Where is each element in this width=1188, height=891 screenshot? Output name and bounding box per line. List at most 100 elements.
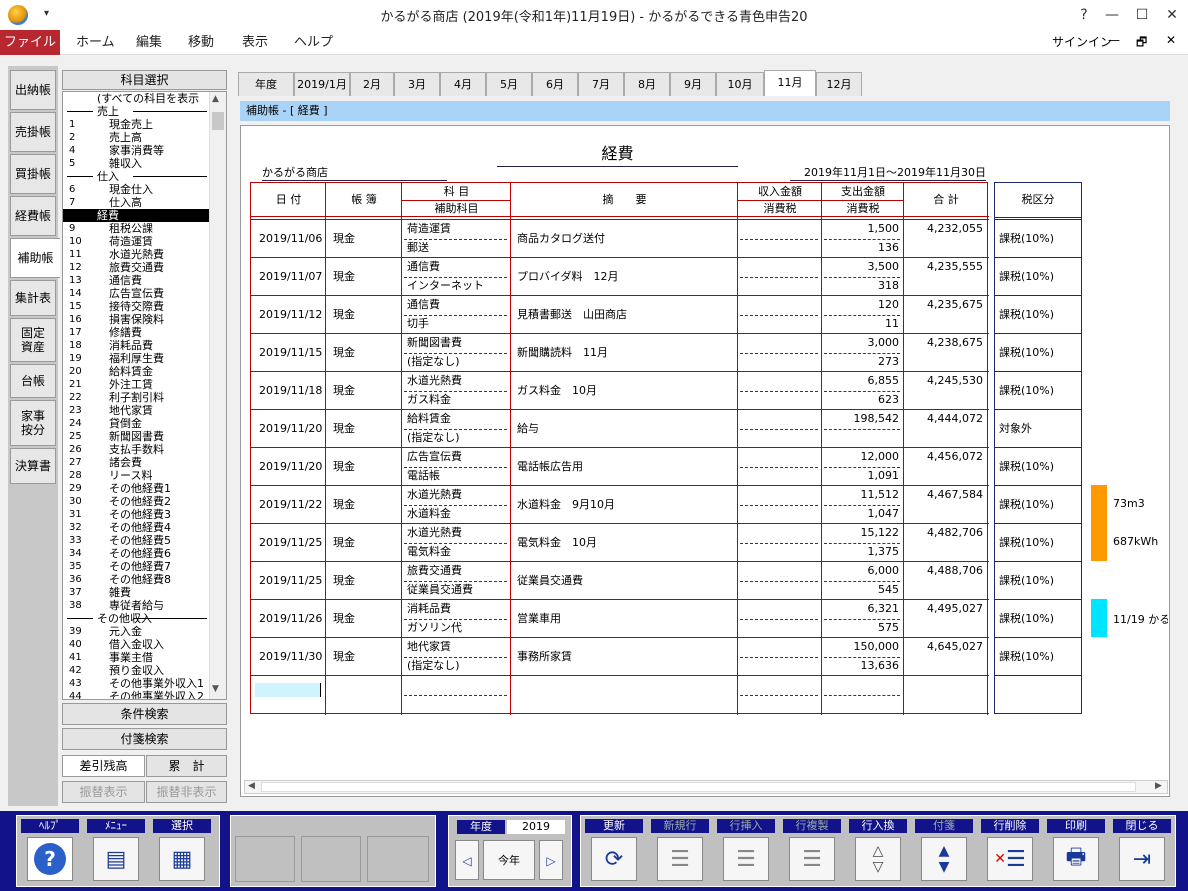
tax-class-cell[interactable]: 課税(10%) [995, 600, 1081, 638]
doc-minimize-button[interactable]: — [1108, 33, 1120, 47]
tab-summary[interactable]: 集計表 [10, 280, 56, 316]
date-cell[interactable]: 2019/11/20 [259, 422, 322, 436]
total-cell[interactable]: 4,444,072 [907, 412, 983, 426]
horizontal-scrollbar[interactable]: ◀ ▶ [244, 780, 1168, 794]
account-cell[interactable]: 新聞図書費 [407, 336, 462, 350]
menu-help[interactable]: ヘルプ [282, 30, 345, 55]
expense-tax-cell[interactable]: 11 [825, 317, 899, 331]
help-icon[interactable]: ? [1072, 4, 1096, 26]
minimize-button[interactable]: — [1100, 4, 1124, 26]
expense-tax-cell[interactable]: 273 [825, 355, 899, 369]
account-cell[interactable]: 地代家賃 [407, 640, 451, 654]
account-cell[interactable]: 消耗品費 [407, 602, 451, 616]
date-cell[interactable]: 2019/11/06 [259, 232, 322, 246]
signin-link[interactable]: サインイン [1052, 33, 1112, 50]
tax-class-cell[interactable]: 課税(10%) [995, 448, 1081, 486]
date-cell[interactable]: 2019/11/22 [259, 498, 322, 512]
account-cell[interactable]: 荷造運賃 [407, 222, 451, 236]
expense-tax-cell[interactable]: 623 [825, 393, 899, 407]
scroll-up-icon[interactable]: ▲ [212, 94, 219, 104]
tab-cashbook[interactable]: 出納帳 [10, 70, 56, 110]
account-item[interactable]: 1 現金売上 [63, 118, 211, 131]
account-item[interactable]: 35 その他経費7 [63, 560, 211, 573]
sub-account-cell[interactable]: 切手 [407, 317, 429, 331]
description-cell[interactable]: 給与 [517, 422, 539, 436]
account-item[interactable]: 7 仕入高 [63, 196, 211, 209]
tab-month[interactable]: 11月 [764, 70, 816, 96]
account-item[interactable]: 38 専従者給与 [63, 599, 211, 612]
book-cell[interactable]: 現金 [333, 232, 355, 246]
account-item[interactable]: 39 元入金 [63, 625, 211, 638]
tab-month[interactable]: 2月 [350, 72, 394, 96]
tab-payables[interactable]: 買掛帳 [10, 154, 56, 194]
tab-month[interactable]: 2019/1月 [294, 72, 350, 96]
account-item[interactable]: 28 リース料 [63, 469, 211, 482]
description-cell[interactable]: プロバイダ料 12月 [517, 270, 619, 284]
tag-button[interactable]: 付箋 ▲ ▼ [913, 818, 975, 884]
transfer-show-button[interactable]: 振替表示 [62, 781, 145, 803]
account-item[interactable]: 36 その他経費8 [63, 573, 211, 586]
account-item[interactable]: 37 雑費 [63, 586, 211, 599]
expense-tax-cell[interactable]: 575 [825, 621, 899, 635]
account-group[interactable]: 経費 [63, 209, 211, 222]
sub-account-cell[interactable]: 電話帳 [407, 469, 440, 483]
expense-cell[interactable]: 198,542 [825, 412, 900, 426]
account-item[interactable]: 25 新聞図書費 [63, 430, 211, 443]
total-cell[interactable]: 4,467,584 [907, 488, 983, 502]
sub-account-cell[interactable]: 従業員交通費 [407, 583, 473, 597]
doc-restore-button[interactable]: 🗗 [1136, 33, 1147, 54]
sub-account-cell[interactable]: ガソリン代 [407, 621, 462, 635]
tab-fixed-assets[interactable]: 固定資産 [10, 318, 56, 362]
scroll-right-icon[interactable]: ▶ [1155, 781, 1162, 791]
description-cell[interactable]: 見積書郵送 山田商店 [517, 308, 627, 322]
cumulative-button[interactable]: 累 計 [146, 755, 227, 777]
sub-account-cell[interactable]: 水道料金 [407, 507, 451, 521]
account-item[interactable]: 29 その他経費1 [63, 482, 211, 495]
total-cell[interactable]: 4,235,555 [907, 260, 983, 274]
account-cell[interactable]: 水道光熱費 [407, 526, 462, 540]
book-cell[interactable]: 現金 [333, 270, 355, 284]
tab-financial-statements[interactable]: 決算書 [10, 448, 56, 484]
expense-cell[interactable]: 120 [825, 298, 899, 312]
account-item[interactable]: 24 貸倒金 [63, 417, 211, 430]
description-cell[interactable]: 従業員交通費 [517, 574, 583, 588]
balance-button[interactable]: 差引残高 [62, 755, 145, 777]
expense-cell[interactable]: 6,321 [825, 602, 900, 616]
tax-class-cell[interactable]: 課税(10%) [995, 562, 1081, 600]
sticky-tag[interactable] [1091, 485, 1107, 523]
book-cell[interactable]: 現金 [333, 612, 355, 626]
account-group[interactable]: その他収入 [63, 612, 211, 625]
description-cell[interactable]: ガス料金 10月 [517, 384, 597, 398]
date-cell[interactable]: 2019/11/26 [259, 612, 322, 626]
account-item[interactable]: 20 給料賃金 [63, 365, 211, 378]
swap-row-button[interactable]: 行入換 △ ▽ [847, 818, 909, 884]
description-cell[interactable]: 営業車用 [517, 612, 561, 626]
account-group[interactable]: 仕入 [63, 170, 211, 183]
account-item[interactable]: 30 その他経費2 [63, 495, 211, 508]
tab-month[interactable]: 10月 [716, 72, 764, 96]
description-cell[interactable]: 事務所家賃 [517, 650, 572, 664]
tab-month[interactable]: 12月 [816, 72, 862, 96]
account-item[interactable]: 32 その他経費4 [63, 521, 211, 534]
book-cell[interactable]: 現金 [333, 460, 355, 474]
book-cell[interactable]: 現金 [333, 346, 355, 360]
sub-account-cell[interactable]: (指定なし) [407, 431, 460, 445]
delete-row-button[interactable]: 行削除 ✕ ☰ [979, 818, 1041, 884]
sticky-tag[interactable] [1091, 599, 1107, 637]
account-item[interactable]: 18 消耗品費 [63, 339, 211, 352]
expense-cell[interactable]: 12,000 [825, 450, 900, 464]
expense-cell[interactable]: 11,512 [825, 488, 900, 502]
account-item[interactable]: 12 旅費交通費 [63, 261, 211, 274]
tab-month[interactable]: 6月 [532, 72, 578, 96]
menu-edit[interactable]: 編集 [124, 30, 174, 55]
tab-register[interactable]: 台帳 [10, 364, 56, 398]
expense-tax-cell[interactable]: 136 [825, 241, 899, 255]
sub-account-cell[interactable]: (指定なし) [407, 659, 460, 673]
tab-month[interactable]: 9月 [670, 72, 716, 96]
account-list-scrollbar[interactable]: ▲ ▼ [209, 92, 226, 699]
account-item[interactable]: 21 外注工賃 [63, 378, 211, 391]
account-item[interactable]: 40 借入金収入 [63, 638, 211, 651]
total-cell[interactable]: 4,488,706 [907, 564, 983, 578]
select-button[interactable]: 選択 ▦ [151, 818, 213, 884]
tab-receivables[interactable]: 売掛帳 [10, 112, 56, 152]
